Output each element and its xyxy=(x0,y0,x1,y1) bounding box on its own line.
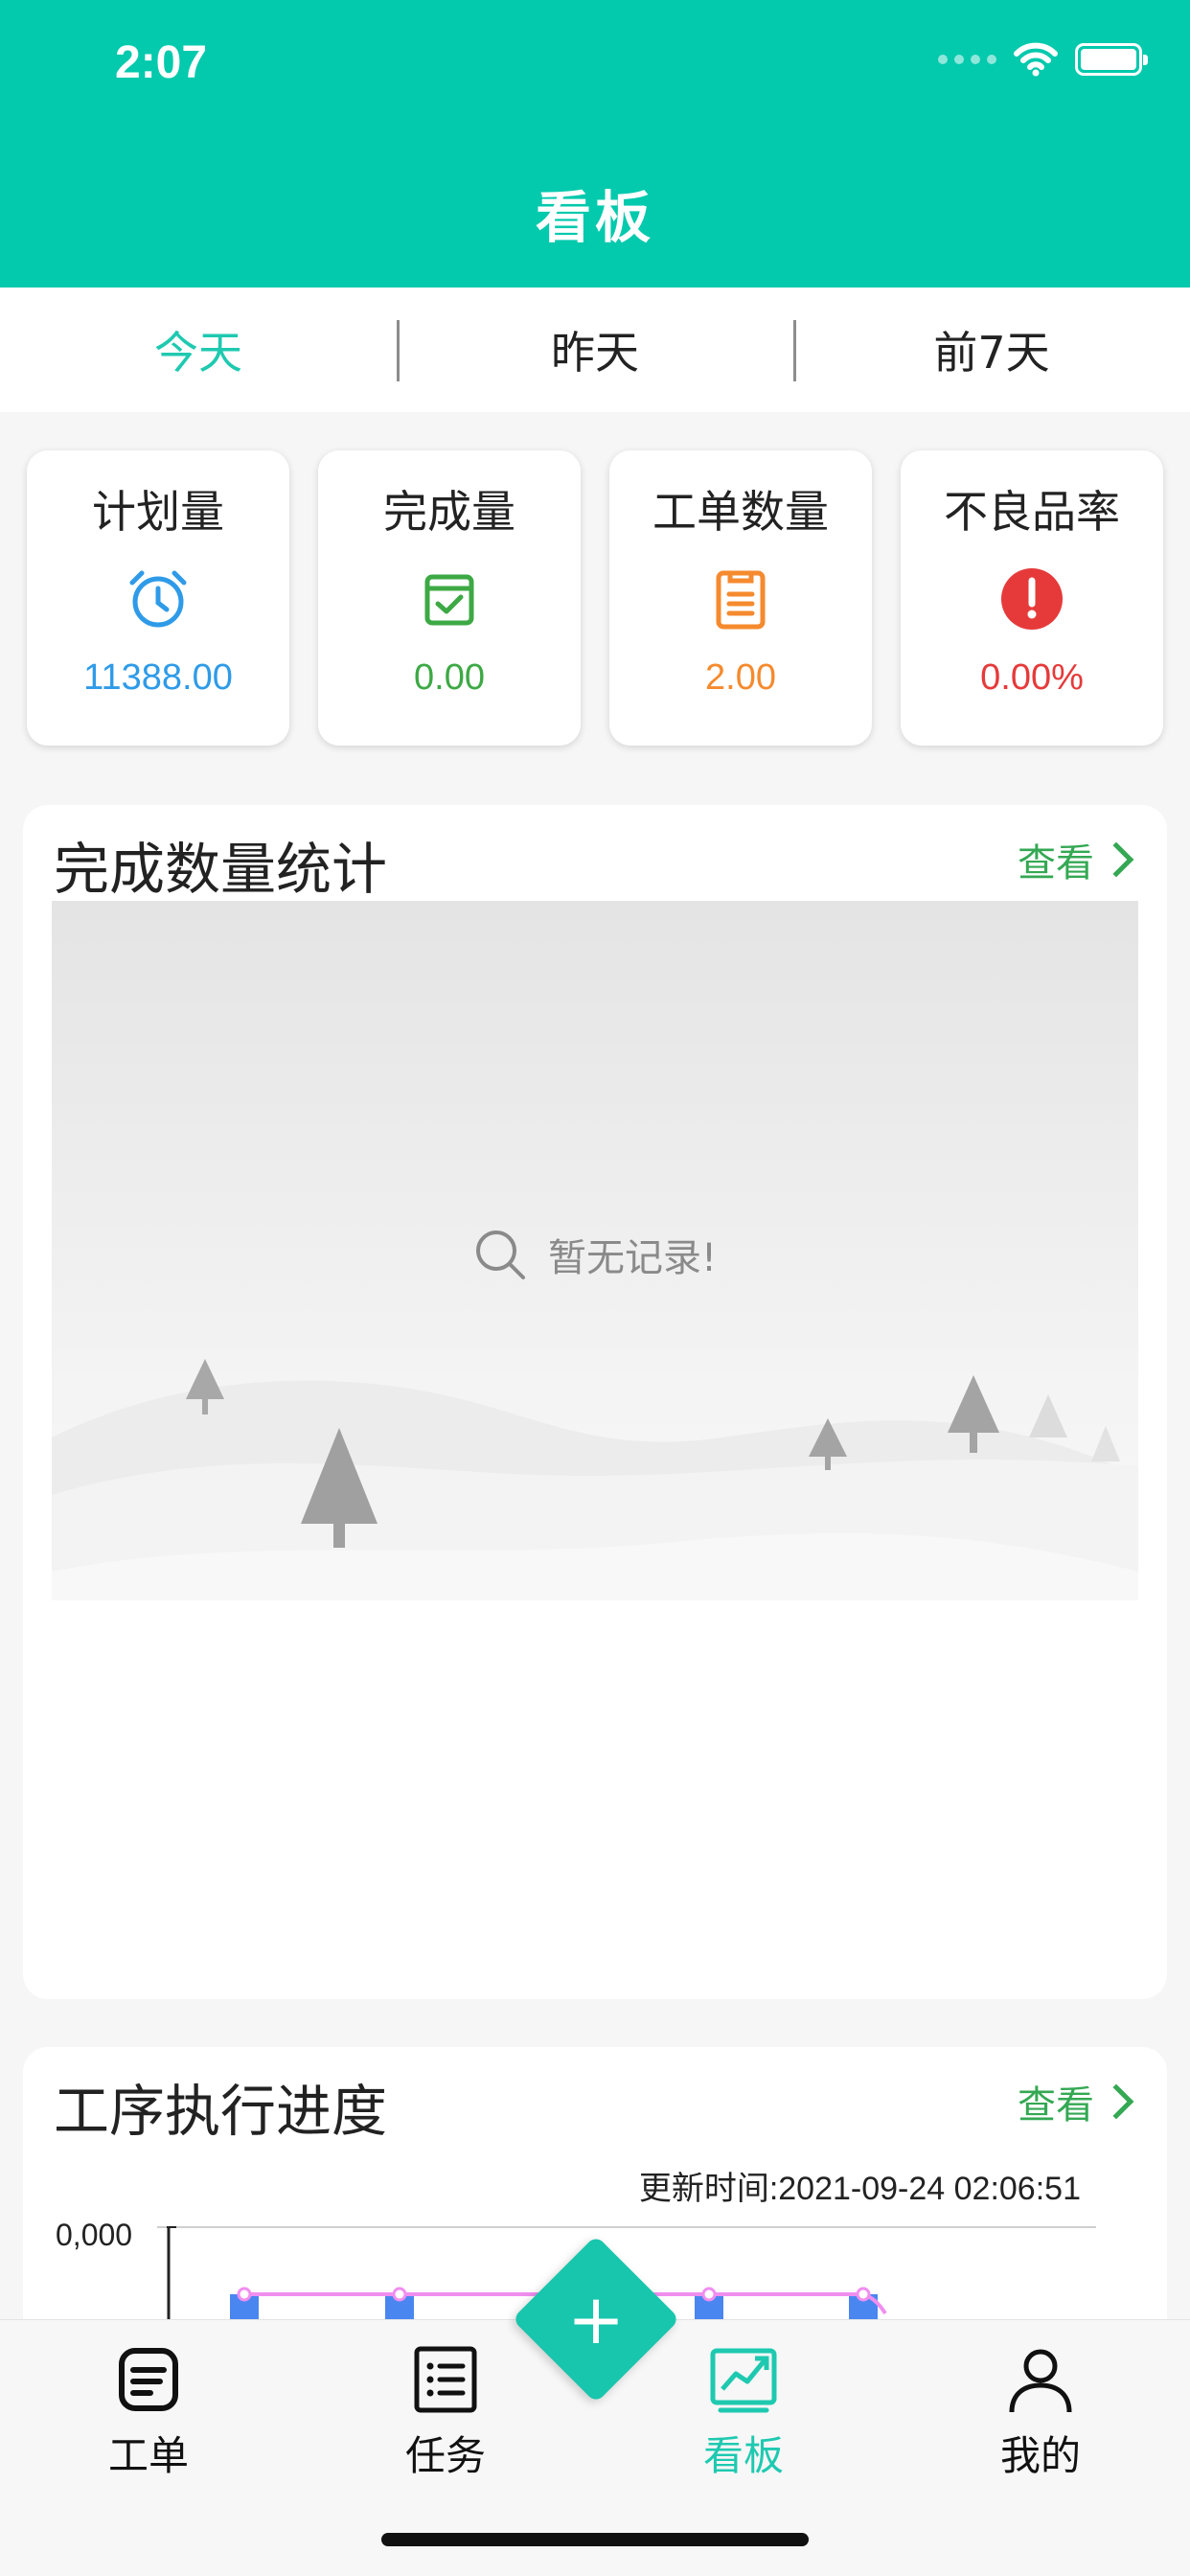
tab-yesterday[interactable]: 昨天 xyxy=(397,288,793,412)
battery-icon xyxy=(1075,43,1148,76)
nav-label: 看板 xyxy=(702,2432,784,2479)
panel-title: 完成数量统计 xyxy=(54,837,388,902)
stat-label: 不良品率 xyxy=(944,486,1120,538)
status-icons xyxy=(938,42,1148,77)
wifi-icon xyxy=(1014,42,1058,77)
nav-item-work-orders[interactable]: 工单 xyxy=(53,2343,244,2482)
stat-label: 完成量 xyxy=(383,486,515,538)
nav-label: 我的 xyxy=(999,2432,1081,2479)
tab-last-7-days[interactable]: 前7天 xyxy=(793,288,1190,412)
signal-icon xyxy=(938,55,996,64)
chart-point xyxy=(237,2287,252,2302)
plus-icon[interactable]: + xyxy=(537,2260,655,2379)
empty-message: 暂无记录! xyxy=(52,1227,1138,1282)
nav-item-board[interactable]: 看板 xyxy=(648,2343,839,2482)
stat-card-completed[interactable]: 完成量 0.00 xyxy=(318,450,581,746)
empty-text: 暂无记录! xyxy=(547,1236,718,1280)
nav-item-tasks[interactable]: 任务 xyxy=(350,2343,541,2482)
nav-label: 任务 xyxy=(404,2432,486,2479)
home-indicator xyxy=(381,2533,809,2546)
nav-label: 工单 xyxy=(107,2432,189,2479)
completion-stats-panel: 完成数量统计 查看 暂无记录! xyxy=(23,805,1167,1999)
view-completion-link[interactable]: 查看 xyxy=(1018,832,1134,887)
stat-value: 2.00 xyxy=(705,657,776,698)
check-calendar-icon xyxy=(424,574,474,626)
clipboard-icon xyxy=(716,570,766,630)
view-link-label: 查看 xyxy=(1018,841,1094,886)
stat-value: 0.00% xyxy=(980,657,1084,698)
stat-cards: 计划量 11388.00 完成量 0.00 工单数量 2.00 不良品率 0.0… xyxy=(27,450,1163,746)
chart-point xyxy=(701,2287,717,2302)
stat-card-planned[interactable]: 计划量 11388.00 xyxy=(27,450,289,746)
stat-label: 计划量 xyxy=(92,486,224,538)
person-icon xyxy=(1009,2349,1072,2413)
chart-board-icon xyxy=(710,2348,777,2413)
date-tabs: 今天 昨天 前7天 xyxy=(0,288,1190,412)
nav-item-mine[interactable]: 我的 xyxy=(945,2343,1136,2482)
stat-label: 工单数量 xyxy=(652,486,829,538)
status-time: 2:07 xyxy=(115,37,208,88)
chevron-right-icon xyxy=(1098,841,1134,878)
page-title: 看板 xyxy=(535,185,654,250)
stat-value: 0.00 xyxy=(414,657,485,698)
stat-card-defect-rate[interactable]: 不良品率 0.00% xyxy=(901,450,1163,746)
chart-point xyxy=(392,2287,407,2302)
exclamation-icon xyxy=(1001,568,1063,630)
stat-card-work-orders[interactable]: 工单数量 2.00 xyxy=(609,450,872,746)
alarm-clock-icon xyxy=(129,570,187,628)
chart-point xyxy=(856,2287,871,2302)
stat-value: 11388.00 xyxy=(83,657,233,698)
empty-state: 暂无记录! xyxy=(52,901,1138,1600)
work-order-icon xyxy=(119,2348,178,2411)
tab-today[interactable]: 今天 xyxy=(0,288,397,412)
search-icon xyxy=(475,1230,525,1279)
task-list-icon xyxy=(414,2346,477,2413)
app-header: 2:07 看板 xyxy=(0,0,1190,288)
